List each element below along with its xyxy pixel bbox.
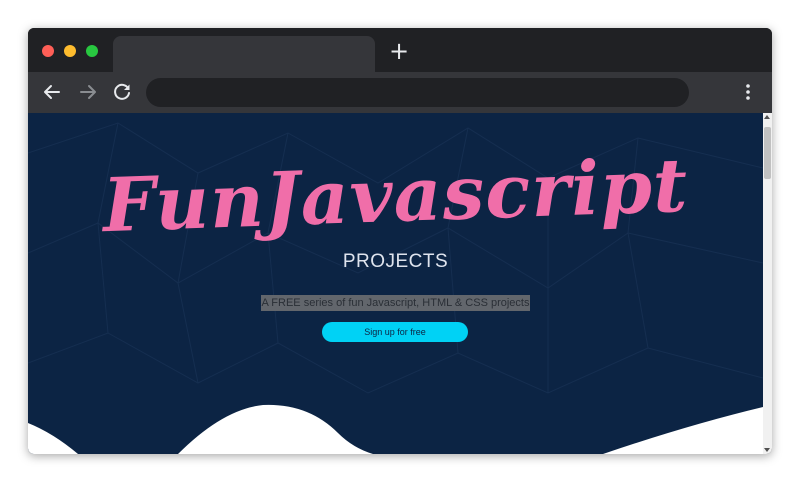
vertical-scrollbar[interactable] — [763, 113, 772, 454]
browser-toolbar — [28, 72, 772, 113]
scroll-up-icon[interactable] — [764, 115, 770, 119]
browser-window: + FunJavascript PROJECTS A FREE series o… — [28, 28, 772, 454]
reload-icon[interactable] — [110, 80, 134, 104]
minimize-window-button[interactable] — [64, 45, 76, 57]
scroll-down-icon[interactable] — [764, 448, 770, 452]
scrollbar-thumb[interactable] — [764, 127, 771, 179]
menu-dots-icon[interactable] — [740, 80, 756, 104]
close-window-button[interactable] — [42, 45, 54, 57]
address-bar[interactable] — [146, 78, 689, 107]
new-tab-button[interactable]: + — [388, 39, 410, 63]
back-arrow-icon[interactable] — [40, 80, 64, 104]
title-bar: + — [28, 28, 772, 72]
wave-shapes — [28, 404, 763, 454]
forward-arrow-icon[interactable] — [76, 80, 100, 104]
page-viewport: FunJavascript PROJECTS A FREE series of … — [28, 113, 763, 454]
maximize-window-button[interactable] — [86, 45, 98, 57]
browser-tab[interactable] — [113, 36, 375, 72]
